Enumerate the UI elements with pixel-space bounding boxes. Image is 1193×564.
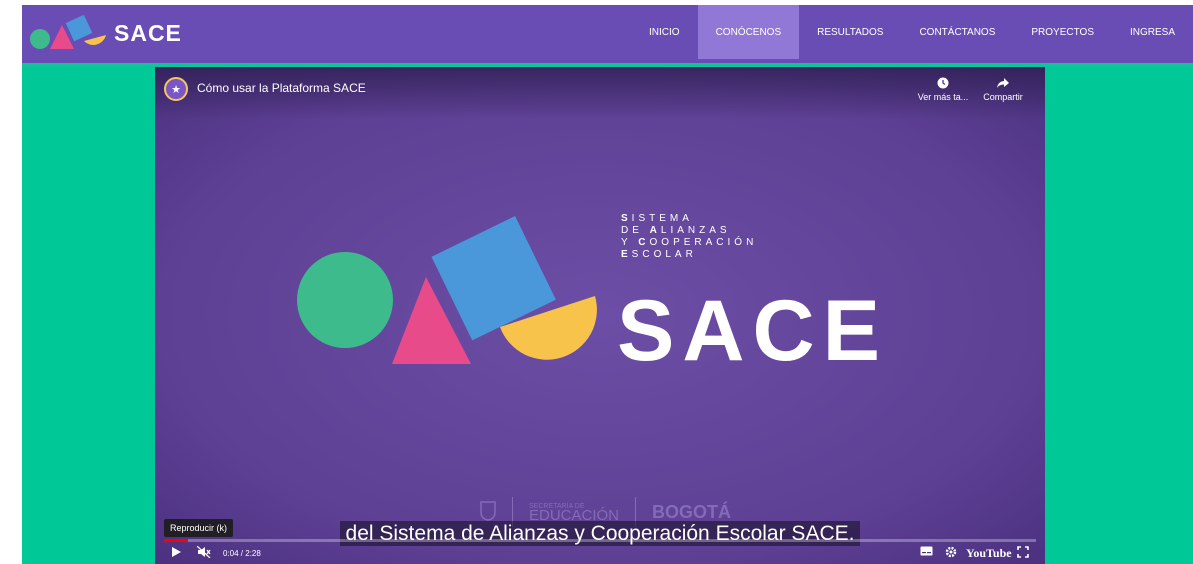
watermark-city: BOGOTÁ xyxy=(652,501,732,522)
subtitles-icon xyxy=(920,546,933,556)
sace-name-line-2: DE ALIANZAS xyxy=(621,225,731,236)
play-button[interactable] xyxy=(171,546,182,561)
menu-inicio[interactable]: INICIO xyxy=(631,5,698,59)
clock-icon xyxy=(937,77,949,89)
share-arrow-icon xyxy=(997,78,1009,88)
watermark-education: SECRETARÍA DE EDUCACIÓN xyxy=(529,502,620,524)
sace-shapes-graphic xyxy=(295,212,615,457)
time-display: 0:04 / 2:28 xyxy=(223,549,261,558)
menu-contactanos[interactable]: CONTÁCTANOS xyxy=(901,5,1013,59)
play-icon xyxy=(172,547,181,557)
channel-avatar[interactable]: ★ xyxy=(164,77,188,101)
gear-icon xyxy=(945,546,957,558)
top-navigation: SACE INICIO CONÓCENOS RESULTADOS CONTÁCT… xyxy=(22,5,1193,63)
menu-resultados[interactable]: RESULTADOS xyxy=(799,5,901,59)
menu-conocenos[interactable]: CONÓCENOS xyxy=(697,5,800,59)
player-controls: 0:04 / 2:28 YouTube xyxy=(155,543,1045,564)
sace-logo-shapes-icon xyxy=(30,14,106,49)
progress-played xyxy=(164,539,188,542)
volume-muted-icon xyxy=(196,545,211,559)
play-tooltip: Reproducir (k) xyxy=(164,519,234,537)
captions-button[interactable] xyxy=(920,546,933,559)
sace-logo[interactable]: SACE xyxy=(26,9,186,55)
mute-button[interactable] xyxy=(196,545,211,561)
fullscreen-button[interactable] xyxy=(1017,546,1029,561)
sace-name-line-3: Y COOPERACIÓN xyxy=(621,237,758,248)
youtube-logo[interactable]: YouTube xyxy=(966,546,1012,561)
fullscreen-icon xyxy=(1017,546,1029,558)
menu-ingresa[interactable]: INGRESA xyxy=(1112,5,1193,59)
menu-proyectos[interactable]: PROYECTOS xyxy=(1013,5,1112,59)
video-big-title: SACE xyxy=(617,283,888,379)
sace-name-line-4: ESCOLAR xyxy=(621,249,697,260)
sace-name-line-1: SISTEMA xyxy=(621,213,693,224)
main-menu: INICIO CONÓCENOS RESULTADOS CONTÁCTANOS … xyxy=(631,5,1193,59)
video-title-link[interactable]: Cómo usar la Plataforma SACE xyxy=(197,81,366,95)
youtube-video-player[interactable]: SISTEMA DE ALIANZAS Y COOPERACIÓN ESCOLA… xyxy=(155,67,1045,564)
sace-full-name: SISTEMA DE ALIANZAS Y COOPERACIÓN ESCOLA… xyxy=(621,213,757,261)
progress-bar[interactable] xyxy=(164,539,1036,542)
brand-name: SACE xyxy=(114,20,182,46)
watch-later-button[interactable]: Ver más ta... xyxy=(913,77,973,102)
sace-shapes-icon xyxy=(297,216,597,364)
settings-button[interactable] xyxy=(945,546,957,561)
share-button[interactable]: Compartir xyxy=(973,77,1033,102)
